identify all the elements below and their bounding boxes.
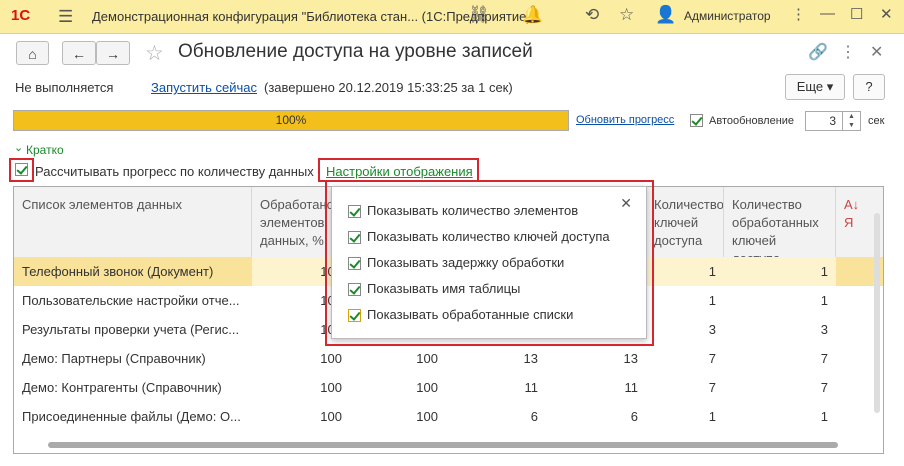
help-button[interactable]: ? [853, 74, 885, 100]
table-cell: 7 [708, 351, 716, 366]
table-cell: 1 [708, 409, 716, 424]
favorite-star-icon[interactable]: ☆ [145, 41, 164, 66]
link-icon[interactable]: 🔗 [808, 42, 828, 62]
table-cell: 3 [708, 322, 716, 337]
horizontal-scrollbar[interactable] [28, 441, 872, 449]
status-text: Не выполняется [15, 80, 114, 95]
table-cell: 100 [416, 351, 438, 366]
table-cell: 100 [320, 380, 342, 395]
highlight-frame [325, 180, 654, 346]
table-cell: 1 [820, 293, 828, 308]
briefly-toggle[interactable]: Кратко [26, 143, 64, 157]
link-icon[interactable]: ⛓ [468, 5, 490, 25]
table-cell: 7 [820, 351, 828, 366]
table-cell: 3 [820, 322, 828, 337]
user-name[interactable]: Администратор [684, 9, 771, 23]
chevron-down-icon[interactable]: ⌄ [14, 141, 23, 154]
table-cell: Результаты проверки учета (Регис... [22, 322, 240, 337]
column-header[interactable]: Количество обработанных ключей доступа [724, 187, 836, 257]
table-cell: 6 [630, 409, 638, 424]
table-cell: 11 [524, 380, 539, 395]
auto-update-label: Автообновление [709, 115, 795, 127]
table-cell: 1 [708, 293, 716, 308]
home-button[interactable]: ⌂ [16, 41, 49, 65]
calc-progress-checkbox[interactable] [15, 163, 28, 176]
user-icon[interactable]: 👤 [655, 5, 676, 25]
table-cell: 7 [708, 380, 716, 395]
table-cell: 1 [646, 257, 724, 286]
table-row[interactable]: Присоединенные файлы (Демо: О... 100 100… [14, 402, 883, 431]
display-settings-link[interactable]: Настройки отображения [326, 164, 473, 179]
table-cell: 13 [523, 351, 538, 366]
table-row[interactable]: Демо: Партнеры (Справочник) 100 100 13 1… [14, 344, 883, 373]
interval-unit: сек [868, 115, 885, 127]
table-cell: 6 [530, 409, 538, 424]
page-title: Обновление доступа на уровне записей [178, 41, 533, 62]
table-cell: 100 [320, 351, 342, 366]
maximize-icon[interactable]: ☐ [850, 5, 863, 23]
finished-text: (завершено 20.12.2019 15:33:25 за 1 сек) [264, 80, 513, 95]
progress-bar: 100% [13, 110, 569, 131]
favorites-icon[interactable]: ☆ [619, 5, 634, 25]
stepper-arrows-icon[interactable]: ▲ ▼ [842, 112, 860, 130]
table-cell: 13 [623, 351, 638, 366]
history-icon[interactable]: ⟲ [585, 5, 599, 25]
progress-label: 100% [275, 113, 307, 127]
minimize-icon[interactable]: — [820, 5, 835, 22]
table-cell: 1 [820, 409, 828, 424]
table-cell: 7 [820, 380, 828, 395]
back-button[interactable]: ← [62, 41, 96, 65]
more-button[interactable]: Еще ▾ [785, 74, 845, 100]
table-cell: 100 [416, 380, 438, 395]
title-bar: 1С ☰ Демонстрационная конфигурация "Библ… [0, 0, 904, 34]
table-cell: 100 [320, 409, 342, 424]
window-title: Демонстрационная конфигурация "Библиотек… [92, 9, 531, 24]
vertical-scrollbar[interactable] [874, 213, 880, 413]
table-cell: Демо: Партнеры (Справочник) [22, 351, 206, 366]
calc-progress-label: Рассчитывать прогресс по количеству данн… [35, 164, 314, 179]
run-now-link[interactable]: Запустить сейчас [151, 80, 257, 95]
table-cell: Телефонный звонок (Документ) [22, 264, 214, 279]
close-window-icon[interactable]: ✕ [880, 5, 893, 23]
table-cell: 1 [724, 257, 836, 286]
column-header[interactable]: Список элементов данных [14, 187, 252, 257]
table-cell: Пользовательские настройки отче... [22, 293, 240, 308]
main-menu-icon[interactable]: ☰ [58, 7, 73, 27]
app-logo: 1С [11, 7, 31, 24]
update-progress-link[interactable]: Обновить прогресс [576, 114, 674, 126]
table-cell: Присоединенные файлы (Демо: О... [22, 409, 241, 424]
table-cell: 100 [416, 409, 438, 424]
settings-icon[interactable]: ⋮ [791, 5, 806, 23]
interval-stepper[interactable]: 3 ▲ ▼ [805, 111, 861, 131]
table-row[interactable]: Демо: Контрагенты (Справочник) 100 100 1… [14, 373, 883, 402]
column-header[interactable]: Количество ключей доступа [646, 187, 724, 257]
table-cell: Демо: Контрагенты (Справочник) [22, 380, 222, 395]
scrollbar-thumb[interactable] [48, 442, 838, 448]
more-icon[interactable]: ⋮ [840, 42, 856, 62]
table-cell: 11 [624, 380, 639, 395]
notifications-icon[interactable]: 🔔 [522, 5, 543, 25]
auto-update-checkbox[interactable] [690, 114, 703, 127]
close-icon[interactable]: ✕ [870, 42, 883, 62]
forward-button[interactable]: → [96, 41, 130, 65]
